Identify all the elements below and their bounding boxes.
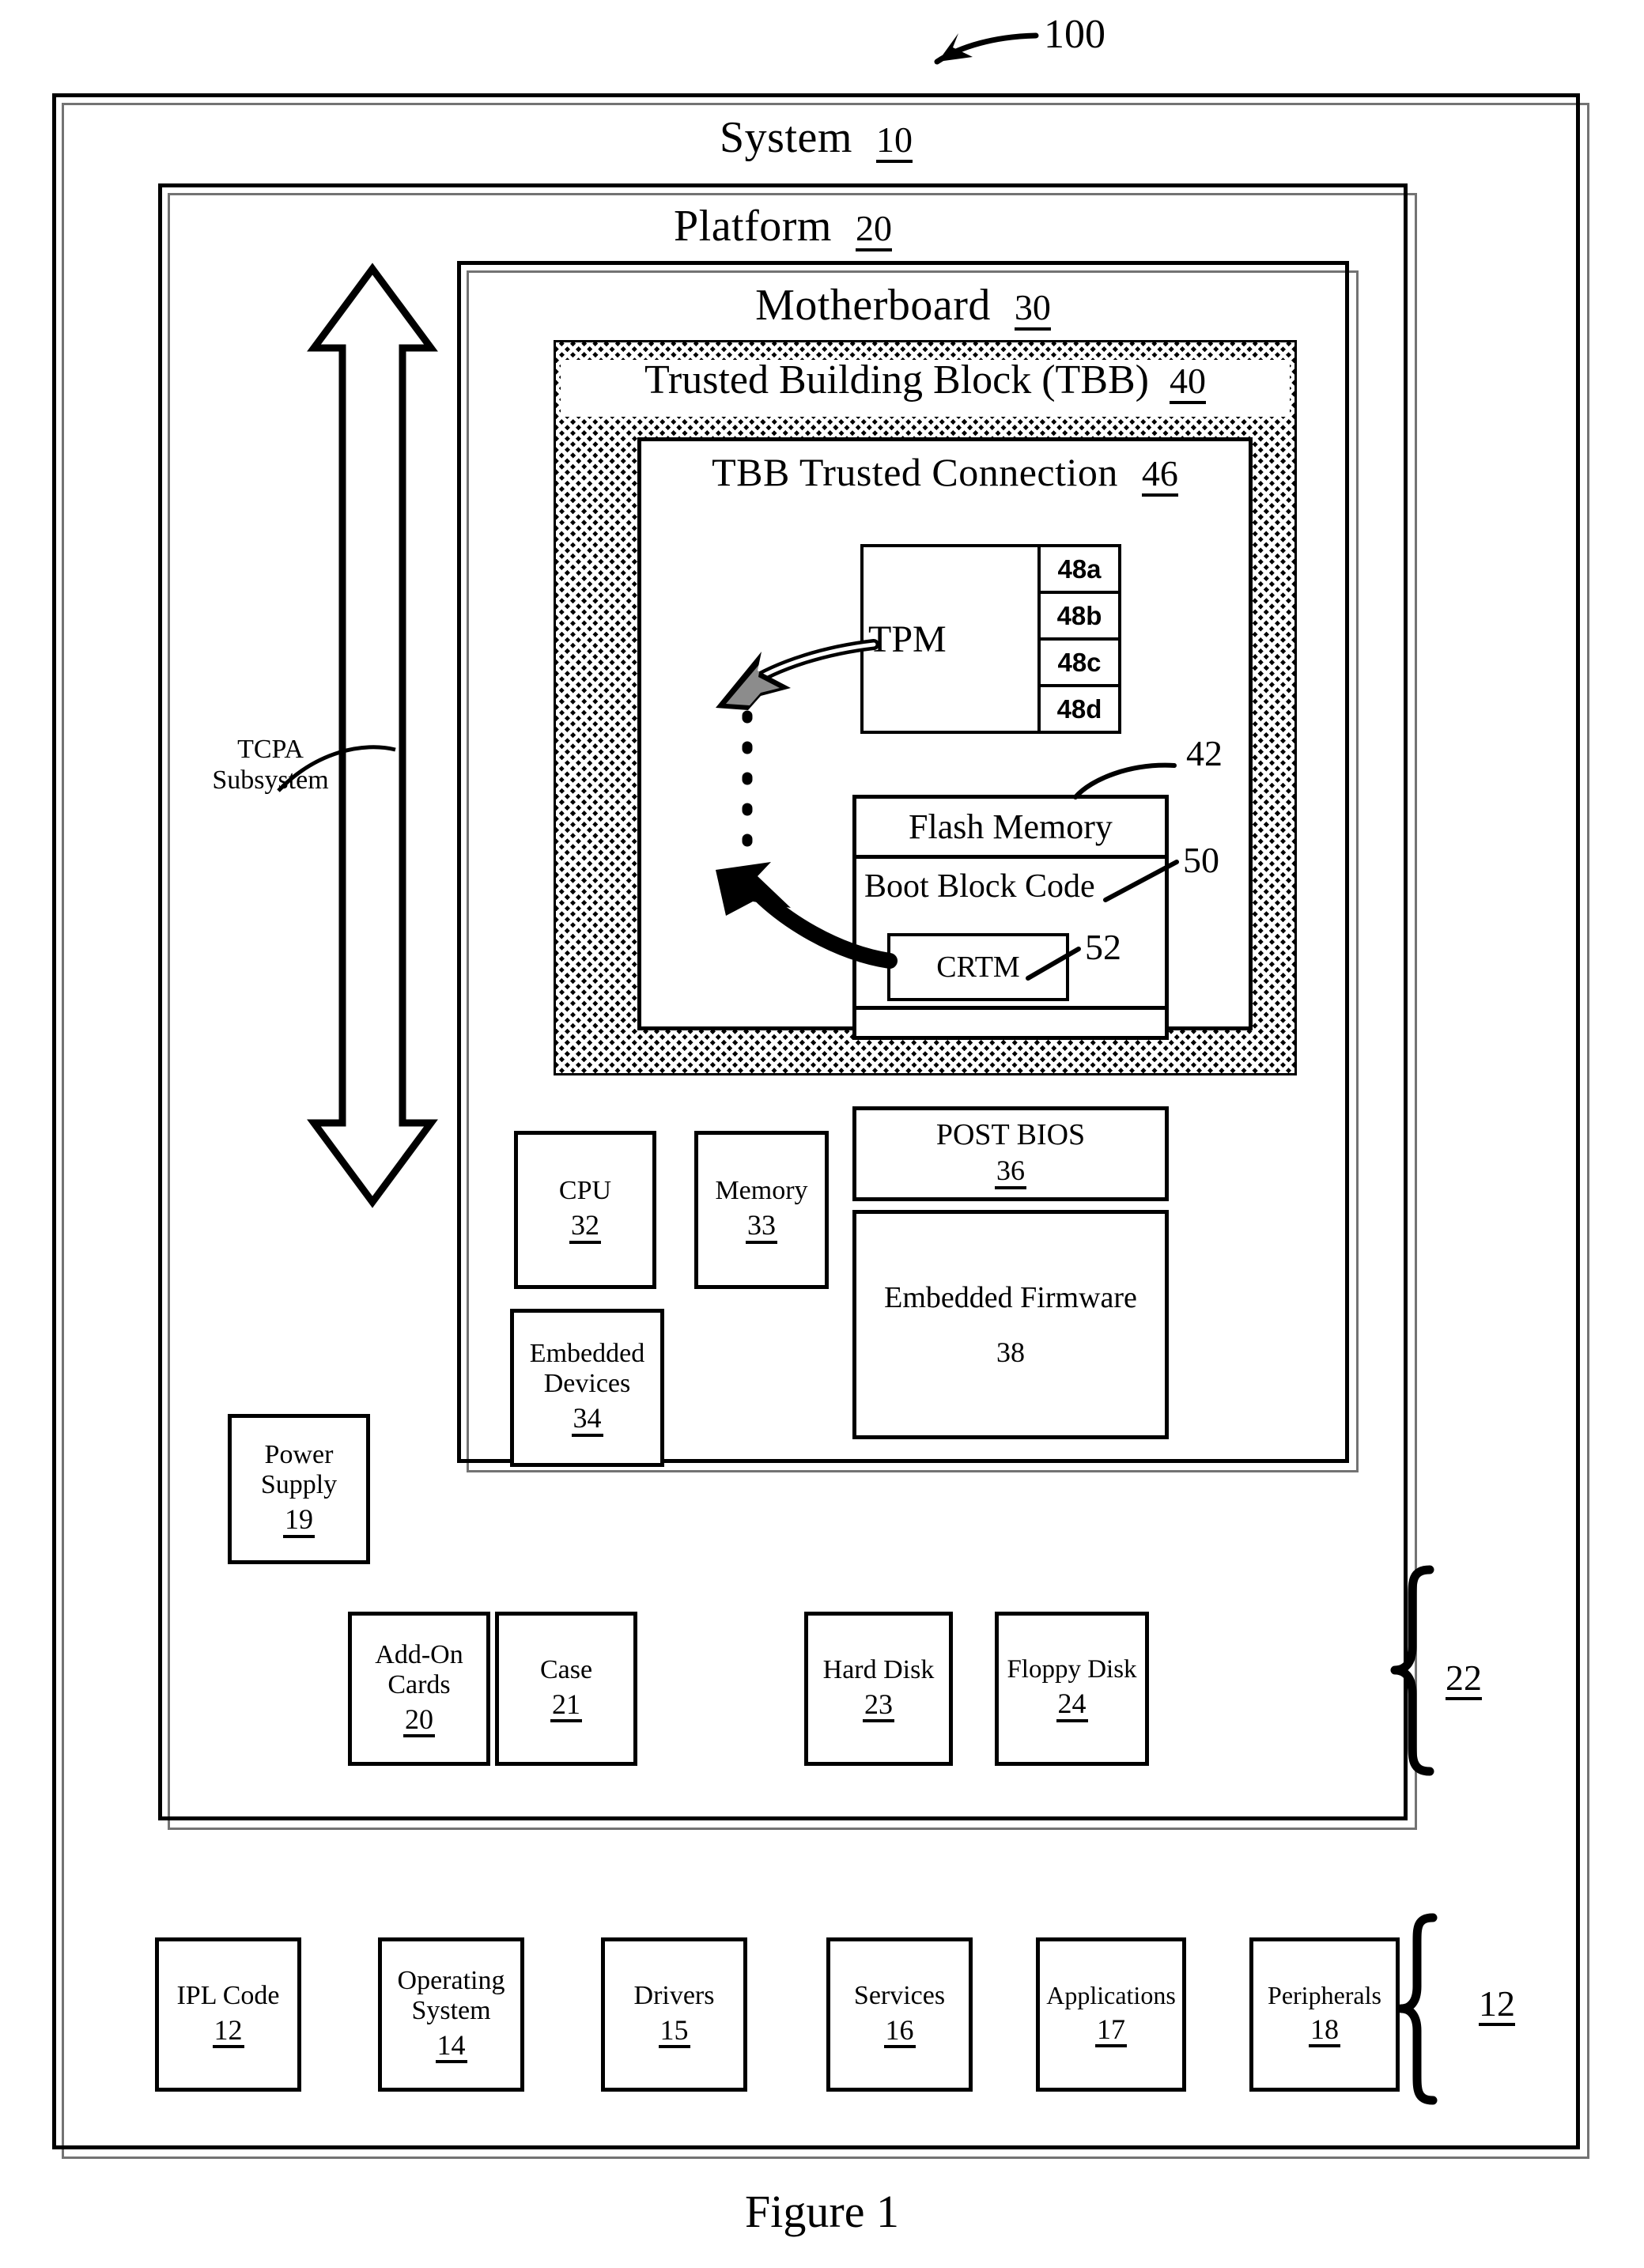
tpm-register-48c: 48c <box>1041 641 1118 687</box>
component-memory-label: Memory <box>715 1176 808 1206</box>
frame-system-label: System <box>720 113 852 162</box>
tbb-label: Trusted Building Block (TBB) <box>644 357 1149 403</box>
component-embedded-firmware-label: Embedded Firmware <box>884 1280 1137 1314</box>
component-drivers: Drivers 15 <box>601 1937 747 2092</box>
component-applications: Applications 17 <box>1036 1937 1186 2092</box>
component-drivers-number: 15 <box>658 2015 690 2049</box>
component-operating-system-label-1: Operating <box>397 1965 505 1995</box>
component-floppy-disk-label: Floppy Disk <box>1007 1655 1137 1684</box>
component-cpu: CPU 32 <box>514 1131 656 1289</box>
component-services-label: Services <box>853 1980 946 2010</box>
tpm-register-48d: 48d <box>1056 694 1102 724</box>
crtm-box: CRTM <box>887 933 1069 1001</box>
component-post-bios-number: 36 <box>995 1156 1026 1190</box>
component-case-number: 21 <box>550 1689 582 1723</box>
tpm-register-column: 48a 48b 48c 48d <box>1037 547 1118 731</box>
frame-motherboard-number: 30 <box>1014 289 1051 331</box>
tcpa-subsystem-line1: TCPA <box>237 735 304 764</box>
frame-platform-number: 20 <box>855 210 892 251</box>
component-cpu-label: CPU <box>558 1176 612 1206</box>
brace-callout-12: 12 <box>1479 1984 1515 2027</box>
component-add-on-cards-label-2: Cards <box>387 1669 451 1699</box>
component-embedded-firmware: Embedded Firmware 38 <box>852 1210 1169 1439</box>
component-case: Case 21 <box>495 1612 637 1766</box>
component-power-supply: Power Supply 19 <box>228 1414 370 1564</box>
component-embedded-devices-number: 34 <box>571 1403 603 1437</box>
component-power-supply-label-2: Supply <box>260 1470 338 1500</box>
component-add-on-cards: Add-On Cards 20 <box>348 1612 490 1766</box>
flash-memory-title: Flash Memory <box>856 799 1165 859</box>
flash-memory-module: Flash Memory Boot Block Code <box>852 795 1169 1040</box>
frame-motherboard-label: Motherboard <box>755 281 991 330</box>
component-operating-system: Operating System 14 <box>378 1937 524 2092</box>
component-floppy-disk-number: 24 <box>1056 1688 1088 1722</box>
flash-bottom-divider <box>852 1006 1169 1010</box>
component-applications-number: 17 <box>1095 2014 1127 2048</box>
component-peripherals-label: Peripherals <box>1268 1980 1381 2009</box>
component-post-bios-label: POST BIOS <box>935 1117 1086 1151</box>
tcpa-subsystem-line2: Subsystem <box>212 765 329 796</box>
component-ipl-code-number: 12 <box>212 2015 244 2049</box>
component-ipl-code-label: IPL Code <box>176 1980 280 2010</box>
callout-42: 42 <box>1186 733 1223 773</box>
component-post-bios: POST BIOS 36 <box>852 1106 1169 1201</box>
callout-50: 50 <box>1183 840 1219 880</box>
tbb-connection-number: 46 <box>1141 455 1178 497</box>
component-memory: Memory 33 <box>694 1131 829 1289</box>
frame-motherboard-heading: Motherboard 30 <box>457 283 1349 331</box>
component-drivers-label: Drivers <box>633 1980 715 2010</box>
component-peripherals: Peripherals 18 <box>1249 1937 1400 2092</box>
tpm-module: TPM 48a 48b 48c 48d <box>860 544 1121 734</box>
brace-callout-22: 22 <box>1446 1658 1482 1701</box>
component-applications-label: Applications <box>1046 1980 1176 2009</box>
component-power-supply-number: 19 <box>283 1504 315 1538</box>
tpm-label: TPM <box>868 618 947 660</box>
tbb-connection-label: TBB Trusted Connection <box>712 450 1118 494</box>
frame-system-number: 10 <box>875 122 913 163</box>
component-add-on-cards-label-1: Add-On <box>375 1639 463 1669</box>
component-embedded-devices: Embedded Devices 34 <box>510 1309 664 1467</box>
tbb-number: 40 <box>1170 363 1206 404</box>
component-peripherals-number: 18 <box>1309 2014 1340 2048</box>
tpm-register-48b: 48b <box>1041 594 1118 641</box>
component-services-number: 16 <box>883 2015 916 2049</box>
component-embedded-devices-label-1: Embedded <box>529 1339 645 1369</box>
figure-caption: Figure 1 <box>745 2186 899 2237</box>
component-embedded-firmware-number: 38 <box>996 1336 1025 1369</box>
component-hard-disk-number: 23 <box>863 1689 894 1723</box>
callout-52: 52 <box>1085 927 1121 967</box>
component-embedded-devices-label-2: Devices <box>543 1369 631 1399</box>
tcpa-subsystem-label: TCPA Subsystem <box>183 734 357 796</box>
tpm-register-48a: 48a <box>1041 547 1118 594</box>
tbb-trusted-connection-heading: TBB Trusted Connection 46 <box>637 452 1253 497</box>
component-floppy-disk: Floppy Disk 24 <box>995 1612 1149 1766</box>
frame-platform-label: Platform <box>674 202 832 251</box>
component-hard-disk: Hard Disk 23 <box>804 1612 953 1766</box>
component-hard-disk-label: Hard Disk <box>822 1654 935 1684</box>
tbb-title-band: Trusted Building Block (TBB) 40 <box>561 360 1290 417</box>
callout-100-leader <box>934 32 1039 65</box>
component-operating-system-label-2: System <box>411 1995 491 2025</box>
component-cpu-number: 32 <box>569 1210 601 1244</box>
component-add-on-cards-number: 20 <box>403 1704 435 1738</box>
boot-block-code-row: Boot Block Code <box>864 868 1095 905</box>
frame-system-heading: System 10 <box>52 115 1580 163</box>
component-case-label: Case <box>539 1654 593 1684</box>
component-operating-system-number: 14 <box>435 2030 467 2064</box>
component-memory-number: 33 <box>746 1210 777 1244</box>
component-power-supply-label-1: Power <box>264 1440 334 1470</box>
callout-100: 100 <box>1044 12 1105 57</box>
frame-platform-heading: Platform 20 <box>158 204 1408 251</box>
component-ipl-code: IPL Code 12 <box>155 1937 301 2092</box>
component-services: Services 16 <box>826 1937 973 2092</box>
